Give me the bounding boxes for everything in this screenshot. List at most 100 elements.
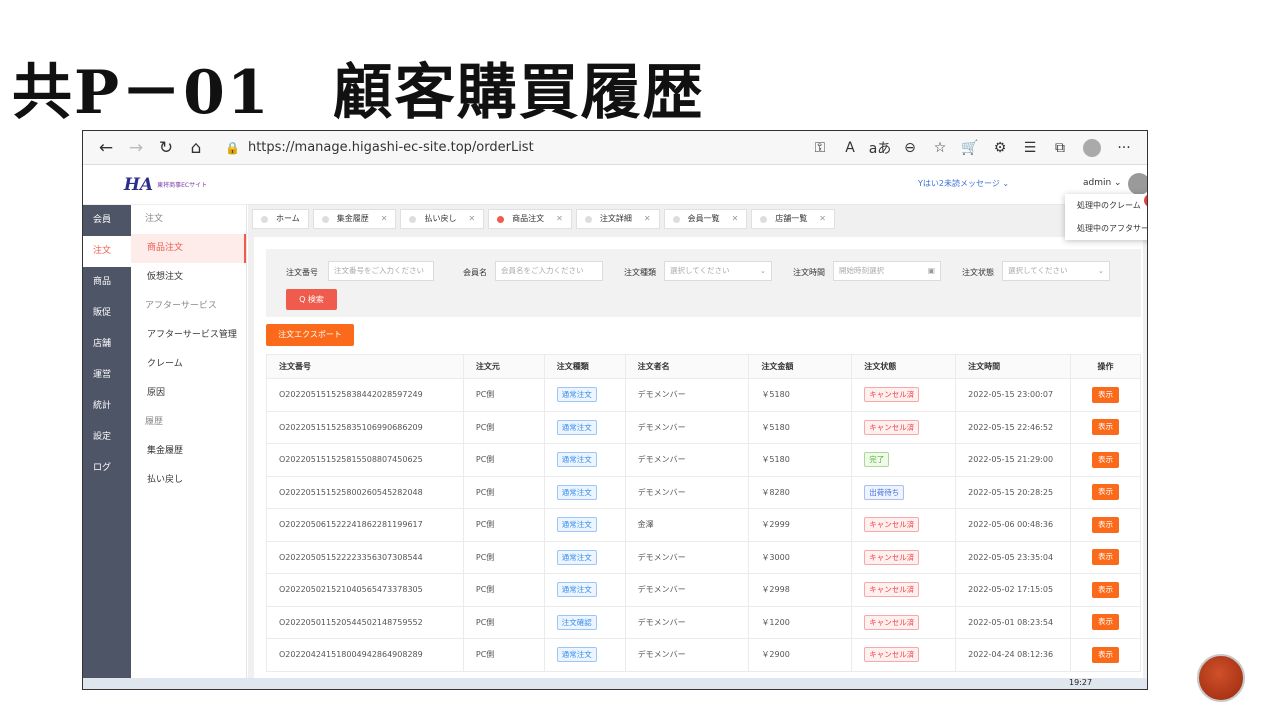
- member-input[interactable]: 会員名をご入力ください: [495, 261, 603, 281]
- chevron-down-icon: ⌄: [759, 266, 766, 275]
- close-icon[interactable]: ✕: [732, 209, 739, 229]
- sub-nav-item[interactable]: 原因: [131, 379, 246, 408]
- close-icon[interactable]: ✕: [644, 209, 651, 229]
- main-nav-item[interactable]: 店舗: [83, 329, 131, 360]
- tab-label: 注文詳細: [599, 214, 632, 223]
- view-order-button[interactable]: 表示: [1092, 614, 1120, 631]
- table-row: O202205061522241862281199617 PC側 通常注文 金澤 ￥29…: [266, 508, 1141, 542]
- view-order-button[interactable]: 表示: [1092, 419, 1120, 436]
- close-icon[interactable]: ✕: [819, 209, 826, 229]
- order-time-cell: 2022-05-15 23:00:07: [955, 378, 1072, 412]
- read-aloud-icon[interactable]: A: [835, 140, 865, 156]
- table-row: O202205021521040565473378305 PC側 通常注文 デモメンバ…: [266, 573, 1141, 607]
- notification-dropdown: 処理中のクレーム1処理中のアフタサービスAPP1: [1065, 194, 1147, 240]
- order-time-cell: 2022-05-06 00:48:36: [955, 508, 1072, 542]
- main-nav: 会員 注文 商品 販促 店舗 運営 統計 設定 ログ: [83, 205, 131, 678]
- close-icon[interactable]: ✕: [468, 209, 475, 229]
- customer-name-cell: デモメンバー: [624, 638, 750, 672]
- close-icon[interactable]: ✕: [381, 209, 388, 229]
- cart-icon[interactable]: 🛒: [955, 140, 985, 156]
- search-button[interactable]: Q 検索: [286, 289, 337, 310]
- view-order-button[interactable]: 表示: [1092, 386, 1120, 403]
- order-type-tag: 通常注文: [556, 419, 597, 435]
- app-logo[interactable]: HA 東将商事ECサイト: [83, 165, 248, 205]
- page-tab[interactable]: 会員一覧 ✕: [663, 209, 748, 229]
- view-order-button[interactable]: 表示: [1092, 646, 1120, 663]
- page-tab[interactable]: 集金履歴 ✕: [312, 209, 397, 229]
- view-order-button[interactable]: 表示: [1092, 451, 1120, 468]
- order-status-cell: キャンセル済: [851, 605, 957, 639]
- favorite-star-icon[interactable]: ☆: [925, 140, 955, 156]
- sub-nav-item[interactable]: アフターサービス管理: [131, 321, 246, 350]
- address-bar[interactable]: 🔒 https://manage.higashi-ec-site.top/ord…: [225, 136, 705, 160]
- sub-nav-item[interactable]: 払い戻し: [131, 466, 246, 495]
- unread-messages-link[interactable]: Yはい2未読メッセージ ⌄: [918, 178, 1009, 189]
- view-order-button[interactable]: 表示: [1092, 581, 1120, 598]
- page-tab[interactable]: 商品注文 ✕: [488, 209, 572, 229]
- main-nav-item[interactable]: 販促: [83, 298, 131, 329]
- translate-icon[interactable]: aあ: [865, 138, 895, 158]
- main-nav-item[interactable]: 注文: [83, 236, 131, 267]
- view-order-button[interactable]: 表示: [1092, 484, 1120, 501]
- main-nav-item[interactable]: 設定: [83, 422, 131, 453]
- order-no-input[interactable]: 注文番号をご入力ください: [328, 261, 434, 281]
- favorites-bar-icon[interactable]: ☰: [1015, 140, 1045, 156]
- browser-toolbar: ← → ↻ ⌂ 🔒 https://manage.higashi-ec-site…: [83, 131, 1147, 165]
- close-icon[interactable]: ✕: [556, 209, 563, 229]
- home-button[interactable]: ⌂: [181, 138, 211, 158]
- customer-name-cell: デモメンバー: [624, 540, 750, 574]
- tab-label: 集金履歴: [336, 214, 369, 223]
- back-button[interactable]: ←: [91, 138, 121, 158]
- sub-nav-item[interactable]: クレーム: [131, 350, 246, 379]
- extensions-icon[interactable]: ⚙: [985, 140, 1015, 156]
- slide-title: 共P－01 顧客購買履歴: [12, 58, 705, 128]
- notification-item[interactable]: 処理中のクレーム1: [1065, 194, 1147, 217]
- order-status-select[interactable]: 選択してください ⌄: [1002, 261, 1110, 281]
- sub-nav-item[interactable]: 集金履歴: [131, 437, 246, 466]
- notification-label: 処理中のアフタサービスAPP: [1077, 224, 1147, 233]
- profile-avatar-icon[interactable]: [1083, 138, 1101, 157]
- order-type-select[interactable]: 選択してください ⌄: [664, 261, 772, 281]
- export-orders-button[interactable]: 注文エクスポート: [266, 324, 354, 346]
- main-nav-item[interactable]: 商品: [83, 267, 131, 298]
- sub-nav-item[interactable]: 仮想注文: [131, 263, 246, 292]
- order-status-cell: 完了: [851, 443, 957, 477]
- table-body: O202205151525838442028597249 PC側 通常注文 デモメンバ…: [266, 378, 1141, 672]
- view-order-button[interactable]: 表示: [1092, 549, 1120, 566]
- view-order-button[interactable]: 表示: [1092, 516, 1120, 533]
- notification-item[interactable]: 処理中のアフタサービスAPP1: [1065, 217, 1147, 240]
- order-time-picker[interactable]: 開始時刻選択 ▣: [833, 261, 941, 281]
- page-tab[interactable]: 店舗一覧 ✕: [751, 209, 835, 229]
- table-row: O202205151525815508807450625 PC側 通常注文 デモメンバ…: [266, 443, 1141, 477]
- status-badge: キャンセル済: [864, 517, 920, 533]
- key-icon[interactable]: ⚿: [805, 140, 835, 156]
- zoom-out-icon[interactable]: ⊖: [895, 140, 925, 156]
- tab-status-dot-icon: [321, 215, 329, 223]
- sub-nav: 注文 商品注文 仮想注文 アフターサービス アフターサービス管理 クレーム 原因 履歴 集金履歴…: [131, 205, 247, 678]
- more-menu-icon[interactable]: ···: [1109, 140, 1139, 156]
- status-badge: キャンセル済: [864, 582, 920, 598]
- user-menu[interactable]: admin ⌄: [1083, 178, 1122, 188]
- order-amount-cell: ￥1200: [748, 605, 853, 639]
- sub-nav-item[interactable]: 商品注文: [131, 234, 246, 263]
- forward-button[interactable]: →: [121, 138, 151, 158]
- address-url: https://manage.higashi-ec-site.top/order…: [247, 140, 534, 155]
- main-nav-item[interactable]: 統計: [83, 391, 131, 422]
- order-number-cell: O202205061522241862281199617: [266, 508, 464, 542]
- order-status-cell: キャンセル済: [851, 508, 957, 542]
- customer-name-cell: デモメンバー: [624, 443, 750, 477]
- user-avatar[interactable]: [1128, 173, 1147, 195]
- page-tab[interactable]: 注文詳細 ✕: [575, 209, 660, 229]
- order-type-cell: 通常注文: [543, 475, 626, 509]
- column-header: 操作: [1070, 354, 1141, 379]
- main-nav-item[interactable]: ログ: [83, 453, 131, 484]
- tab-label: 店舗一覧: [775, 214, 808, 223]
- page-tab[interactable]: ホーム: [252, 209, 309, 229]
- tab-status-dot-icon: [497, 215, 505, 223]
- reload-button[interactable]: ↻: [151, 138, 181, 158]
- main-nav-item[interactable]: 運営: [83, 360, 131, 391]
- main-nav-item[interactable]: 会員: [83, 205, 131, 236]
- collections-icon[interactable]: ⧉: [1045, 140, 1075, 156]
- column-header: 注文状態: [851, 354, 957, 379]
- page-tab[interactable]: 払い戻し ✕: [400, 209, 485, 229]
